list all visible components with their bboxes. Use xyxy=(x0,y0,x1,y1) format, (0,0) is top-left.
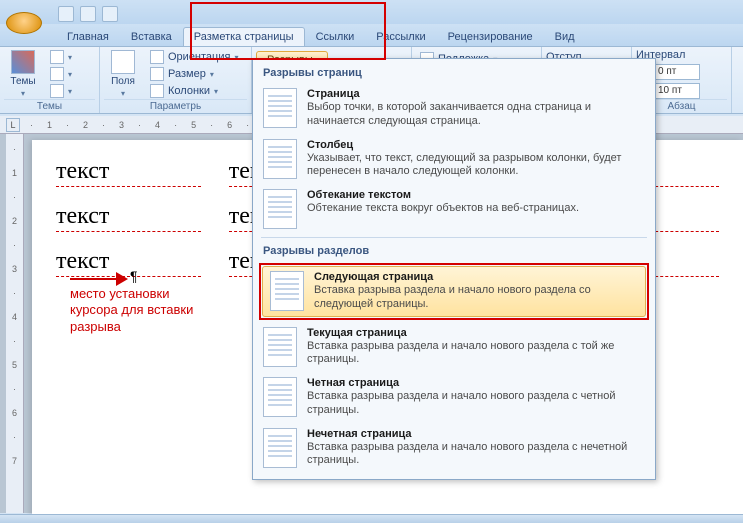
menu-item-desc: Вставка разрыва раздела и начало нового … xyxy=(307,340,645,368)
group-label-page-setup: Параметрь xyxy=(104,99,247,113)
menu-item-desc: Вставка разрыва раздела и начало нового … xyxy=(307,390,645,418)
menu-item-page-break[interactable]: Страница Выбор точки, в которой заканчив… xyxy=(255,83,653,134)
themes-button[interactable]: Темы ▾ xyxy=(4,49,42,99)
tab-home[interactable]: Главная xyxy=(56,27,120,46)
colors-icon xyxy=(50,50,64,64)
effects-icon xyxy=(50,84,64,98)
menu-separator xyxy=(261,237,647,238)
ribbon-tabs: Главная Вставка Разметка страницы Ссылки… xyxy=(0,24,743,46)
sample-text: текст xyxy=(56,158,201,187)
menu-item-text-wrapping[interactable]: Обтекание текстом Обтекание текста вокру… xyxy=(255,184,653,234)
fonts-icon xyxy=(50,67,64,81)
menu-item-desc: Вставка разрыва раздела и начало нового … xyxy=(307,441,645,469)
text-wrapping-icon xyxy=(263,189,297,229)
menu-item-title: Столбец xyxy=(307,139,645,151)
spacing-before-input[interactable]: 0 пт xyxy=(654,64,700,80)
menu-item-next-page[interactable]: Следующая страница Вставка разрыва разде… xyxy=(262,266,646,317)
tab-view[interactable]: Вид xyxy=(544,27,586,46)
margins-label: Поля xyxy=(111,76,135,87)
margins-button[interactable]: Поля ▾ xyxy=(104,49,142,99)
annotation-note: место установки курсора для вставки разр… xyxy=(70,286,220,335)
even-page-icon xyxy=(263,377,297,417)
spacing-after-input[interactable]: 10 пт xyxy=(654,83,700,99)
orientation-button[interactable]: Ориентация▾ xyxy=(146,49,242,65)
menu-item-desc: Обтекание текста вокруг объектов на веб-… xyxy=(307,202,645,216)
theme-colors-button[interactable]: ▾ xyxy=(46,49,76,65)
menu-item-title: Обтекание текстом xyxy=(307,189,645,201)
redo-icon[interactable] xyxy=(102,6,118,22)
menu-item-desc: Указывает, что текст, следующий за разры… xyxy=(307,152,645,180)
continuous-icon xyxy=(263,327,297,367)
office-button[interactable] xyxy=(6,12,42,34)
menu-item-desc: Вставка разрыва раздела и начало нового … xyxy=(314,284,638,312)
title-bar xyxy=(0,0,743,24)
tab-page-layout[interactable]: Разметка страницы xyxy=(183,27,305,46)
quick-access-toolbar xyxy=(58,6,118,24)
menu-item-title: Следующая страница xyxy=(314,271,638,283)
menu-item-desc: Выбор точки, в которой заканчивается одн… xyxy=(307,101,645,129)
save-icon[interactable] xyxy=(58,6,74,22)
size-icon xyxy=(150,67,164,81)
columns-icon xyxy=(150,84,164,98)
annotation-arrow xyxy=(70,272,130,286)
undo-icon[interactable] xyxy=(80,6,96,22)
themes-icon xyxy=(11,50,35,74)
group-label-themes: Темы xyxy=(4,99,95,113)
menu-item-title: Нечетная страница xyxy=(307,428,645,440)
menu-header-page-breaks: Разрывы страниц xyxy=(255,63,653,83)
margins-icon xyxy=(111,50,135,74)
menu-item-title: Четная страница xyxy=(307,377,645,389)
tab-references[interactable]: Ссылки xyxy=(305,27,366,46)
page-break-icon xyxy=(263,88,297,128)
vertical-ruler[interactable]: ·1·2·3·4·5·6·7 xyxy=(6,134,24,513)
tab-insert[interactable]: Вставка xyxy=(120,27,183,46)
pilcrow-icon: ¶ xyxy=(130,268,138,284)
menu-item-continuous[interactable]: Текущая страница Вставка разрыва раздела… xyxy=(255,322,653,373)
columns-button[interactable]: Колонки▾ xyxy=(146,83,242,99)
themes-label: Темы xyxy=(10,76,35,87)
menu-item-title: Страница xyxy=(307,88,645,100)
annotation-frame-next-page: Следующая страница Вставка разрыва разде… xyxy=(259,263,649,320)
orientation-icon xyxy=(150,50,164,64)
menu-item-odd-page[interactable]: Нечетная страница Вставка разрыва раздел… xyxy=(255,423,653,474)
tab-selector[interactable]: L xyxy=(6,118,20,132)
theme-effects-button[interactable]: ▾ xyxy=(46,83,76,99)
menu-header-section-breaks: Разрывы разделов xyxy=(255,241,653,261)
tab-review[interactable]: Рецензирование xyxy=(437,27,544,46)
theme-fonts-button[interactable]: ▾ xyxy=(46,66,76,82)
status-bar xyxy=(0,514,743,523)
menu-item-even-page[interactable]: Четная страница Вставка разрыва раздела … xyxy=(255,372,653,423)
group-page-setup: Поля ▾ Ориентация▾ Размер▾ Колонки▾ Пара… xyxy=(100,47,252,113)
menu-item-title: Текущая страница xyxy=(307,327,645,339)
next-page-icon xyxy=(270,271,304,311)
breaks-menu: Разрывы страниц Страница Выбор точки, в … xyxy=(252,58,656,480)
odd-page-icon xyxy=(263,428,297,468)
tab-mailings[interactable]: Рассылки xyxy=(365,27,436,46)
sample-text: текст xyxy=(56,203,201,232)
size-button[interactable]: Размер▾ xyxy=(146,66,242,82)
menu-item-column-break[interactable]: Столбец Указывает, что текст, следующий … xyxy=(255,134,653,185)
column-break-icon xyxy=(263,139,297,179)
group-themes: Темы ▾ ▾ ▾ ▾ Темы xyxy=(0,47,100,113)
